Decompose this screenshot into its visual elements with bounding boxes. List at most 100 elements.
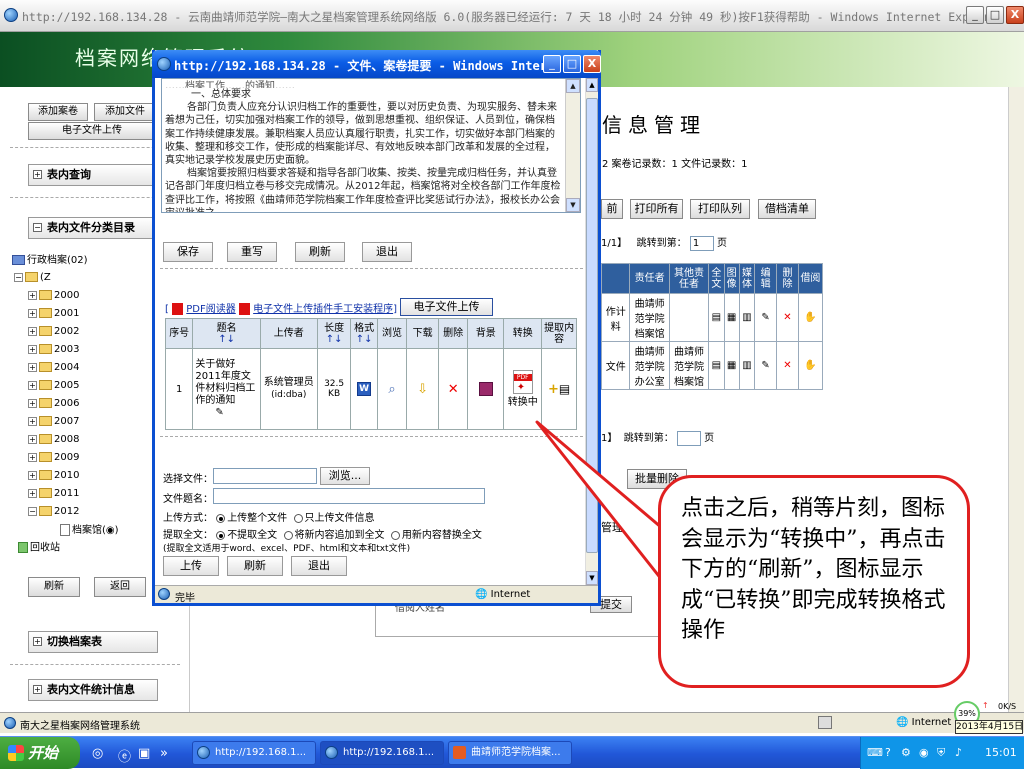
- tree-year-2008[interactable]: +2008: [28, 434, 79, 446]
- browse-button[interactable]: 浏览...: [320, 467, 370, 485]
- col-format[interactable]: 格式 ↑↓: [350, 318, 378, 349]
- rewrite-button[interactable]: 重写: [227, 242, 277, 262]
- tree-year-2009[interactable]: +2009: [28, 452, 79, 464]
- radio-upload-whole[interactable]: [216, 513, 226, 523]
- jump-page-input-2[interactable]: [676, 430, 701, 446]
- popup-scroll-thumb[interactable]: [586, 98, 598, 553]
- tree-year-2003[interactable]: +2003: [28, 344, 79, 356]
- tree-year-2002[interactable]: +2002: [28, 326, 79, 338]
- add-file-button[interactable]: 添加文件: [94, 103, 156, 121]
- main-maximize-button[interactable]: □: [986, 6, 1004, 24]
- save-button[interactable]: 保存: [163, 242, 213, 262]
- media-icon[interactable]: ▥: [738, 293, 756, 342]
- fulltext-icon[interactable]: ▤: [708, 293, 725, 342]
- print-queue-button[interactable]: 打印队列: [690, 199, 750, 219]
- task-ie-1[interactable]: http://192.168.1...: [192, 741, 316, 765]
- network-icon[interactable]: ◉: [919, 746, 929, 759]
- radio-append-extract[interactable]: [283, 530, 293, 540]
- add-case-button[interactable]: 添加案卷: [28, 103, 88, 121]
- start-button[interactable]: 开始: [0, 737, 80, 769]
- extract-icon[interactable]: +▤: [541, 348, 577, 430]
- quicklaunch-icon[interactable]: ◎: [92, 746, 103, 761]
- task-ie-2[interactable]: http://192.168.1...: [320, 741, 444, 765]
- popup-titlebar[interactable]: http://192.168.134.28 - 文件、案卷提要 - Window…: [152, 50, 601, 78]
- print-all-button[interactable]: 打印所有: [630, 199, 683, 219]
- delete-icon[interactable]: ✕: [437, 348, 469, 430]
- popup-scrollbar[interactable]: ▲ ▼: [585, 78, 598, 585]
- tree-year-2010[interactable]: +2010: [28, 470, 79, 482]
- main-minimize-button[interactable]: _: [966, 6, 984, 24]
- folder-quicklaunch-icon[interactable]: ▣: [138, 746, 150, 761]
- upload-e-file-button[interactable]: 电子文件上传: [28, 122, 156, 140]
- form-exit-button[interactable]: 退出: [291, 556, 347, 576]
- volume-icon[interactable]: ♪: [955, 746, 962, 759]
- panel-table-query[interactable]: + 表内查询: [28, 164, 158, 186]
- media-icon[interactable]: ▥: [738, 341, 756, 390]
- view-icon[interactable]: ⌕: [376, 348, 408, 430]
- file-title-input[interactable]: [213, 488, 485, 504]
- borrow-icon[interactable]: ✋: [797, 341, 824, 390]
- main-scrollbar[interactable]: [1008, 87, 1024, 712]
- notice-scrollbar[interactable]: ▲ ▼: [565, 79, 580, 212]
- radio-upload-info[interactable]: [293, 513, 303, 523]
- image-icon[interactable]: ▦: [723, 293, 740, 342]
- edit-icon[interactable]: ✎: [754, 293, 777, 342]
- main-close-button[interactable]: X: [1006, 6, 1024, 24]
- sidebar-refresh-button[interactable]: 刷新: [28, 577, 80, 597]
- notice-refresh-button[interactable]: 刷新: [295, 242, 345, 262]
- delete-icon[interactable]: ✕: [776, 293, 799, 342]
- tree-year-2000[interactable]: +2000: [28, 290, 79, 302]
- ie-quicklaunch-icon[interactable]: ⓔ: [118, 746, 131, 765]
- panel-catalog[interactable]: − 表内文件分类目录: [28, 217, 158, 239]
- borrow-icon[interactable]: ✋: [797, 293, 824, 342]
- edit-icon[interactable]: ✎: [754, 341, 777, 390]
- fulltext-icon[interactable]: ▤: [708, 341, 725, 390]
- plugin-install-link[interactable]: 电子文件上传插件手工安装程序: [253, 304, 393, 315]
- tree-year-2004[interactable]: +2004: [28, 362, 79, 374]
- upload-button[interactable]: 上传: [163, 556, 219, 576]
- table-row[interactable]: 文件 曲靖师范学院办公室 曲靖师范学院档案馆 ▤ ▦ ▥ ✎ ✕ ✋: [600, 341, 824, 390]
- panel-stats[interactable]: + 表内文件统计信息: [28, 679, 158, 701]
- notice-textarea[interactable]: ……档案工作……的通知…… 一、总体要求 各部门负责人应充分认识归档工作的重要性…: [161, 78, 581, 213]
- form-refresh-button[interactable]: 刷新: [227, 556, 283, 576]
- popup-minimize-button[interactable]: _: [543, 55, 561, 73]
- help-icon[interactable]: ?: [885, 746, 891, 759]
- tree-year-2012[interactable]: −2012: [28, 506, 79, 518]
- keyboard-icon[interactable]: ⌨: [867, 746, 883, 759]
- more-quicklaunch-icon[interactable]: »: [160, 746, 168, 761]
- radio-replace-extract[interactable]: [390, 530, 400, 540]
- radio-no-extract[interactable]: [216, 530, 226, 540]
- tree-sub[interactable]: − (Z: [14, 272, 51, 284]
- download-icon[interactable]: ⇩: [406, 348, 439, 430]
- task-ppt[interactable]: 曲靖师范学院档案...: [448, 741, 572, 765]
- clock[interactable]: 15:01: [985, 746, 1017, 759]
- tree-recycle[interactable]: 回收站: [18, 542, 60, 555]
- edit-icon[interactable]: ✎: [215, 407, 223, 418]
- table-row[interactable]: 1 关于做好2011年度文件材料归档工作的通知 ✎ 系统管理员 (id:dba) 3…: [164, 348, 577, 430]
- convert-pdf-icon[interactable]: PDF ✦ 转换中: [503, 348, 543, 430]
- popup-maximize-button[interactable]: □: [563, 55, 581, 73]
- image-icon[interactable]: ▦: [723, 341, 740, 390]
- tree-year-2007[interactable]: +2007: [28, 416, 79, 428]
- delete-icon[interactable]: ✕: [776, 341, 799, 390]
- shield-icon[interactable]: ⛨: [937, 746, 945, 760]
- tree-year-2006[interactable]: +2006: [28, 398, 79, 410]
- tree-year-2005[interactable]: +2005: [28, 380, 79, 392]
- table-row[interactable]: 作计料 曲靖师范学院档案馆 ▤ ▦ ▥ ✎ ✕ ✋: [600, 293, 824, 342]
- panel-switch-table[interactable]: + 切换档案表: [28, 631, 158, 653]
- tree-year-2011[interactable]: +2011: [28, 488, 79, 500]
- file-path-input[interactable]: [213, 468, 317, 484]
- borrow-list-button[interactable]: 借档清单: [758, 199, 816, 219]
- background-icon[interactable]: [467, 348, 505, 430]
- tree-root[interactable]: 行政档案(02): [12, 255, 88, 267]
- col-size[interactable]: 长度 ↑↓: [316, 318, 352, 349]
- upload-e-file-button[interactable]: 电子文件上传: [400, 298, 493, 316]
- popup-close-button[interactable]: X: [583, 55, 601, 73]
- sidebar-back-button[interactable]: 返回: [94, 577, 146, 597]
- col-title[interactable]: 题名 ↑↓: [192, 318, 261, 349]
- tree-year-2001[interactable]: +2001: [28, 308, 79, 320]
- row-title[interactable]: 关于做好2011年度文件材料归档工作的通知 ✎: [192, 348, 261, 430]
- tree-leaf-archive[interactable]: 档案馆(◉): [60, 524, 119, 537]
- jump-page-input[interactable]: 1: [689, 235, 714, 251]
- notice-exit-button[interactable]: 退出: [362, 242, 412, 262]
